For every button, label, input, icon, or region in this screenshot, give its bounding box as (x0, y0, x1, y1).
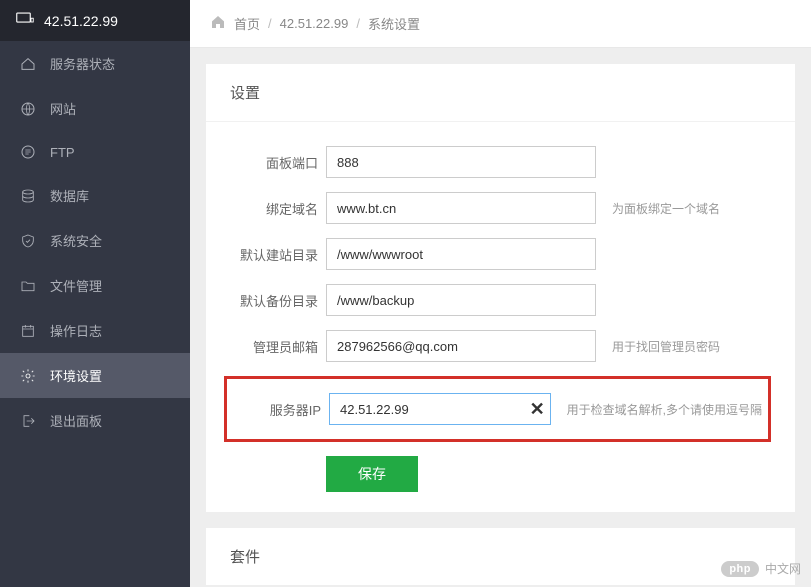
logout-icon (20, 413, 36, 429)
input-serverip[interactable] (329, 393, 551, 425)
sidebar-item-logs[interactable]: 操作日志 (0, 308, 190, 353)
sidebar-item-label: 文件管理 (50, 276, 102, 295)
monitor-icon (16, 12, 34, 29)
suite-panel: 套件 (206, 528, 795, 585)
breadcrumb-current: 系统设置 (368, 14, 420, 33)
sidebar-item-ftp[interactable]: FTP (0, 131, 190, 173)
sidebar-item-label: FTP (50, 145, 75, 160)
sidebar-item-database[interactable]: 数据库 (0, 173, 190, 218)
breadcrumb-sep: / (356, 16, 360, 31)
save-button[interactable]: 保存 (326, 456, 418, 492)
row-panel-port: 面板端口 (230, 146, 771, 178)
row-serverip: 服务器IP ✕ 用于检查域名解析,多个请使用逗号隔 (233, 393, 762, 425)
highlight-serverip: 服务器IP ✕ 用于检查域名解析,多个请使用逗号隔 (224, 376, 771, 442)
label-port: 面板端口 (230, 153, 318, 172)
hint-adminmail: 用于找回管理员密码 (612, 338, 720, 355)
sidebar-item-files[interactable]: 文件管理 (0, 263, 190, 308)
breadcrumb: 首页 / 42.51.22.99 / 系统设置 (190, 0, 811, 48)
shield-icon (20, 233, 36, 249)
sidebar-item-env[interactable]: 环境设置 (0, 353, 190, 398)
input-siteroot[interactable] (326, 238, 596, 270)
watermark: php 中文网 (721, 560, 801, 577)
input-adminmail[interactable] (326, 330, 596, 362)
sidebar-header-ip: 42.51.22.99 (44, 13, 118, 29)
sidebar-item-logout[interactable]: 退出面板 (0, 398, 190, 443)
sidebar: 42.51.22.99 服务器状态 网站 FTP 数据库 (0, 0, 190, 587)
row-backupdir: 默认备份目录 (230, 284, 771, 316)
sidebar-item-label: 服务器状态 (50, 54, 115, 73)
input-domain[interactable] (326, 192, 596, 224)
hint-domain: 为面板绑定一个域名 (612, 200, 720, 217)
calendar-icon (20, 323, 36, 339)
sidebar-item-label: 系统安全 (50, 231, 102, 250)
label-serverip: 服务器IP (233, 400, 321, 419)
watermark-text: 中文网 (765, 560, 801, 577)
sidebar-item-security[interactable]: 系统安全 (0, 218, 190, 263)
folder-icon (20, 278, 36, 294)
input-port[interactable] (326, 146, 596, 178)
ftp-icon (20, 144, 36, 160)
globe-icon (20, 101, 36, 117)
breadcrumb-sep: / (268, 16, 272, 31)
settings-title: 设置 (206, 64, 795, 122)
hint-serverip: 用于检查域名解析,多个请使用逗号隔 (567, 401, 762, 418)
label-domain: 绑定域名 (230, 199, 318, 218)
sidebar-item-status[interactable]: 服务器状态 (0, 41, 190, 86)
input-backupdir[interactable] (326, 284, 596, 316)
sidebar-header: 42.51.22.99 (0, 0, 190, 41)
label-adminmail: 管理员邮箱 (230, 337, 318, 356)
main: 首页 / 42.51.22.99 / 系统设置 设置 面板端口 绑定域名 为面板… (190, 0, 811, 587)
breadcrumb-home[interactable]: 首页 (234, 14, 260, 33)
label-backupdir: 默认备份目录 (230, 291, 318, 310)
sidebar-item-label: 数据库 (50, 186, 89, 205)
settings-panel: 设置 面板端口 绑定域名 为面板绑定一个域名 默认建站目录 默认备份目录 (206, 64, 795, 512)
sidebar-item-label: 环境设置 (50, 366, 102, 385)
breadcrumb-ip[interactable]: 42.51.22.99 (280, 16, 349, 31)
row-siteroot: 默认建站目录 (230, 238, 771, 270)
sidebar-item-label: 操作日志 (50, 321, 102, 340)
clear-icon[interactable]: ✕ (530, 400, 545, 418)
home-icon (210, 14, 226, 33)
sidebar-item-label: 退出面板 (50, 411, 102, 430)
row-bind-domain: 绑定域名 为面板绑定一个域名 (230, 192, 771, 224)
database-icon (20, 188, 36, 204)
row-adminmail: 管理员邮箱 用于找回管理员密码 (230, 330, 771, 362)
sidebar-item-website[interactable]: 网站 (0, 86, 190, 131)
watermark-badge: php (721, 561, 759, 577)
gear-icon (20, 368, 36, 384)
suite-title: 套件 (206, 528, 795, 585)
dashboard-icon (20, 56, 36, 72)
sidebar-item-label: 网站 (50, 99, 76, 118)
label-siteroot: 默认建站目录 (230, 245, 318, 264)
